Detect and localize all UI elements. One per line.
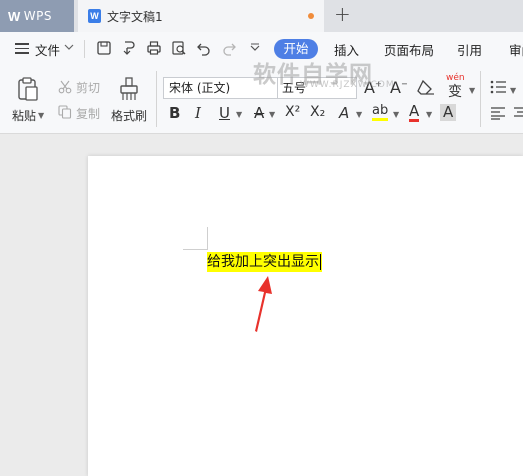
chevron-down-icon[interactable]: ▼: [269, 110, 275, 119]
paste-button[interactable]: 粘贴: [12, 107, 36, 124]
format-painter-button[interactable]: 格式刷: [111, 107, 147, 124]
text-cursor: [320, 254, 321, 270]
document-text: 给我加上突出显示: [207, 254, 319, 270]
divider: [480, 71, 481, 127]
hamburger-menu-icon[interactable]: [15, 43, 29, 57]
output-pdf-icon[interactable]: [120, 39, 138, 57]
chevron-down-icon[interactable]: ▼: [426, 110, 432, 119]
bold-button[interactable]: B: [169, 104, 180, 122]
new-tab-button[interactable]: +: [334, 2, 351, 26]
chevron-down-icon[interactable]: ▼: [38, 111, 44, 120]
undo-icon[interactable]: [195, 39, 213, 57]
cut-icon: [58, 80, 72, 94]
divider: [84, 40, 85, 58]
copy-button[interactable]: 复制: [76, 105, 100, 122]
document-page[interactable]: [88, 156, 523, 476]
clear-format-icon[interactable]: [417, 79, 435, 95]
ribbon-home: 粘贴 ▼ 剪切 复制 格式刷 宋体 (正文) 五号 A+ A− wén 变 ▼ …: [0, 62, 523, 134]
writer-doc-icon: W: [88, 9, 101, 23]
redo-icon[interactable]: [220, 39, 238, 57]
red-arrow-annotation-icon: [255, 276, 272, 332]
italic-button[interactable]: I: [195, 104, 201, 122]
title-bar: W WPS W 文字文稿1 +: [0, 0, 523, 32]
wps-logo-icon: W: [8, 8, 21, 24]
align-center-icon[interactable]: [513, 106, 523, 120]
subscript-button[interactable]: X₂: [310, 104, 325, 120]
chevron-down-icon[interactable]: ▼: [356, 110, 362, 119]
font-color-button[interactable]: A: [409, 104, 420, 122]
highlight-button[interactable]: ab: [372, 104, 389, 121]
paste-icon[interactable]: [16, 76, 40, 102]
tab-page-layout[interactable]: 页面布局: [384, 40, 434, 59]
character-shading-button[interactable]: A: [440, 104, 457, 121]
pinyin-char: 变: [448, 84, 462, 100]
document-tab-title: 文字文稿1: [107, 9, 163, 24]
margin-marker: [207, 227, 208, 250]
text-effect-button[interactable]: A: [339, 104, 349, 122]
cut-button[interactable]: 剪切: [76, 79, 100, 96]
chevron-down-icon[interactable]: ▼: [236, 110, 242, 119]
underline-button[interactable]: U: [219, 104, 230, 122]
document-tab[interactable]: W 文字文稿1: [78, 0, 324, 32]
divider: [156, 71, 157, 127]
copy-icon: [58, 105, 72, 119]
chevron-down-icon[interactable]: [63, 41, 75, 53]
tab-review[interactable]: 审阅: [509, 40, 523, 59]
font-name-value: 宋体 (正文): [169, 81, 231, 95]
strikethrough-button[interactable]: A: [254, 104, 264, 122]
tab-references[interactable]: 引用: [457, 40, 482, 59]
chevron-down-icon[interactable]: ▼: [393, 110, 399, 119]
format-painter-icon[interactable]: [118, 76, 140, 102]
print-icon[interactable]: [145, 39, 163, 57]
chevron-down-icon[interactable]: ▼: [469, 86, 475, 95]
app-name: WPS: [23, 9, 52, 23]
bullet-list-icon[interactable]: [490, 80, 506, 94]
align-left-icon[interactable]: [490, 106, 506, 120]
unsaved-indicator: [308, 13, 314, 19]
print-preview-icon[interactable]: [170, 39, 188, 57]
save-icon[interactable]: [95, 39, 113, 57]
file-menu[interactable]: 文件: [35, 40, 60, 59]
highlighted-text[interactable]: 给我加上突出显示: [207, 252, 322, 272]
margin-marker: [183, 249, 207, 250]
superscript-button[interactable]: X²: [285, 104, 300, 120]
watermark-url: WWW.RJZXW.COM: [300, 80, 395, 90]
wps-home-tab[interactable]: W WPS: [0, 0, 74, 32]
chevron-down-icon[interactable]: ▼: [510, 86, 516, 95]
